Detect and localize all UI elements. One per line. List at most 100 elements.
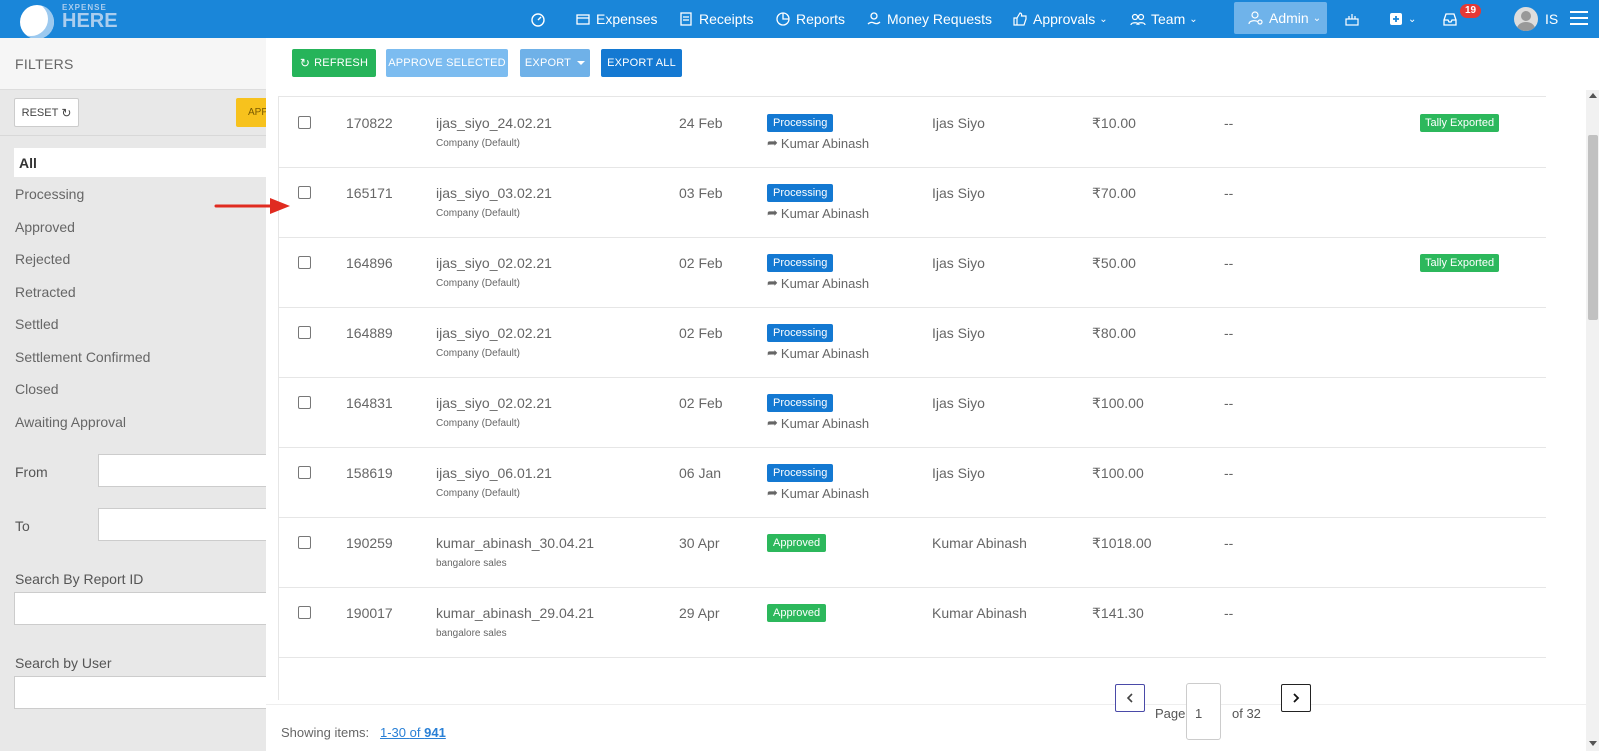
search-report-id-input[interactable] (14, 592, 266, 625)
table-row[interactable]: 190259 kumar_abinash_30.04.21 bangalore … (279, 517, 1546, 588)
app-logo[interactable]: EXPENSE HERE (18, 0, 128, 39)
report-name[interactable]: ijas_siyo_02.02.21 (436, 255, 552, 271)
refresh-button[interactable]: ↻ REFRESH (292, 49, 376, 77)
report-extra: -- (1224, 115, 1234, 131)
status-filter-settled[interactable]: Settled (15, 316, 59, 332)
report-date: 02 Feb (679, 255, 723, 271)
report-date: 30 Apr (679, 535, 720, 551)
row-checkbox[interactable] (298, 466, 311, 479)
search-user-input[interactable] (14, 676, 266, 709)
reset-button[interactable]: RESET ↻ (14, 98, 79, 127)
report-id[interactable]: 190259 (346, 535, 393, 551)
table-row[interactable]: 190017 kumar_abinash_29.04.21 bangalore … (279, 587, 1546, 658)
row-checkbox[interactable] (298, 186, 311, 199)
report-id[interactable]: 170822 (346, 115, 393, 131)
scroll-up-arrow-icon[interactable] (1589, 93, 1597, 98)
thumbs-up-icon (1013, 12, 1027, 26)
report-id[interactable]: 190017 (346, 605, 393, 621)
status-filter-rejected[interactable]: Rejected (15, 251, 70, 267)
table-row[interactable]: 170822 ijas_siyo_24.02.21 Company (Defau… (279, 97, 1546, 168)
status-filter-processing[interactable]: Processing (15, 186, 84, 202)
nav-team[interactable]: Team ⌄ (1130, 0, 1198, 38)
from-date-input[interactable] (98, 454, 266, 487)
status-filter-awaiting-approval[interactable]: Awaiting Approval (15, 414, 126, 430)
report-id[interactable]: 164831 (346, 395, 393, 411)
table-row[interactable] (279, 657, 1546, 700)
row-checkbox[interactable] (298, 116, 311, 129)
refresh-icon: ↻ (299, 56, 311, 70)
report-id[interactable]: 165171 (346, 185, 393, 201)
export-dropdown-button[interactable]: EXPORT (520, 49, 590, 77)
status-badge: Processing (767, 324, 834, 342)
status-filter-all[interactable]: All (14, 148, 266, 177)
nav-expenses[interactable]: Expenses (575, 0, 657, 38)
row-checkbox[interactable] (298, 326, 311, 339)
report-amount: ₹50.00 (1092, 255, 1136, 271)
user-avatar[interactable] (1514, 7, 1538, 31)
nav-dashboard[interactable] (530, 0, 546, 38)
cake-icon[interactable] (1344, 0, 1360, 38)
table-row[interactable]: 164831 ijas_siyo_02.02.21 Company (Defau… (279, 377, 1546, 448)
apply-button[interactable]: APP (236, 98, 266, 127)
report-name[interactable]: ijas_siyo_02.02.21 (436, 395, 552, 411)
export-all-button[interactable]: EXPORT ALL (601, 49, 682, 77)
plus-square-icon (1390, 13, 1402, 25)
inbox-button[interactable] (1442, 0, 1458, 38)
report-id[interactable]: 164896 (346, 255, 393, 271)
table-row[interactable]: 164896 ijas_siyo_02.02.21 Company (Defau… (279, 237, 1546, 308)
report-name[interactable]: ijas_siyo_03.02.21 (436, 185, 552, 201)
forward-arrow-icon: ➦ (767, 485, 778, 500)
report-amount: ₹70.00 (1092, 185, 1136, 201)
user-initials[interactable]: IS (1545, 11, 1558, 27)
items-range-link[interactable]: 1-30 of 941 (380, 725, 446, 740)
inbox-icon (1443, 13, 1457, 26)
report-extra: -- (1224, 465, 1234, 481)
table-row[interactable]: 158619 ijas_siyo_06.01.21 Company (Defau… (279, 447, 1546, 518)
scroll-down-arrow-icon[interactable] (1589, 741, 1597, 746)
to-date-input[interactable] (98, 508, 266, 541)
nav-receipts[interactable]: Receipts (678, 0, 753, 38)
row-checkbox[interactable] (298, 256, 311, 269)
report-name[interactable]: kumar_abinash_30.04.21 (436, 535, 594, 551)
row-checkbox[interactable] (298, 396, 311, 409)
forwarded-to-name: Kumar Abinash (780, 345, 870, 361)
add-new-button[interactable]: ⌄ (1388, 0, 1416, 38)
report-name[interactable]: ijas_siyo_24.02.21 (436, 115, 552, 131)
nav-reports[interactable]: Reports (775, 0, 845, 38)
page-number-input[interactable]: 1 (1186, 683, 1221, 740)
status-filter-approved[interactable]: Approved (15, 219, 75, 235)
next-page-button[interactable] (1281, 684, 1311, 712)
report-user: Ijas Siyo (932, 115, 985, 131)
nav-money-requests[interactable]: Money Requests (866, 0, 992, 38)
report-extra: -- (1224, 255, 1234, 271)
nav-approvals[interactable]: Approvals ⌄ (1012, 0, 1108, 38)
chevron-right-icon (1293, 693, 1300, 703)
report-amount: ₹100.00 (1092, 465, 1144, 481)
scrollbar-thumb[interactable] (1588, 135, 1598, 320)
nav-team-label: Team (1151, 11, 1186, 27)
report-id[interactable]: 158619 (346, 465, 393, 481)
report-name[interactable]: ijas_siyo_02.02.21 (436, 325, 552, 341)
row-checkbox[interactable] (298, 536, 311, 549)
reports-icon (776, 12, 790, 26)
dashboard-icon[interactable] (530, 0, 546, 38)
status-filter-closed[interactable]: Closed (15, 381, 59, 397)
status-filter-retracted[interactable]: Retracted (15, 284, 76, 300)
report-date: 06 Jan (679, 465, 722, 481)
report-id[interactable]: 164889 (346, 325, 393, 341)
table-footer: Showing items: 1-30 of 941 (266, 704, 1599, 751)
table-row[interactable]: 165171 ijas_siyo_03.02.21 Company (Defau… (279, 167, 1546, 238)
table-row[interactable]: 164889 ijas_siyo_02.02.21 Company (Defau… (279, 307, 1546, 378)
range-of: of (409, 725, 421, 740)
report-name[interactable]: ijas_siyo_06.01.21 (436, 465, 552, 481)
hamburger-menu-icon[interactable] (1570, 11, 1588, 25)
report-user: Kumar Abinash (932, 535, 1027, 551)
row-checkbox[interactable] (298, 606, 311, 619)
nav-admin[interactable]: Admin ⌄ (1234, 2, 1327, 34)
report-entity: Company (Default) (436, 348, 520, 359)
nav-receipts-label: Receipts (699, 11, 754, 27)
prev-page-button[interactable] (1115, 684, 1145, 712)
approve-selected-button[interactable]: APPROVE SELECTED (386, 49, 508, 77)
status-filter-settlement-confirmed[interactable]: Settlement Confirmed (15, 349, 150, 365)
report-name[interactable]: kumar_abinash_29.04.21 (436, 605, 594, 621)
